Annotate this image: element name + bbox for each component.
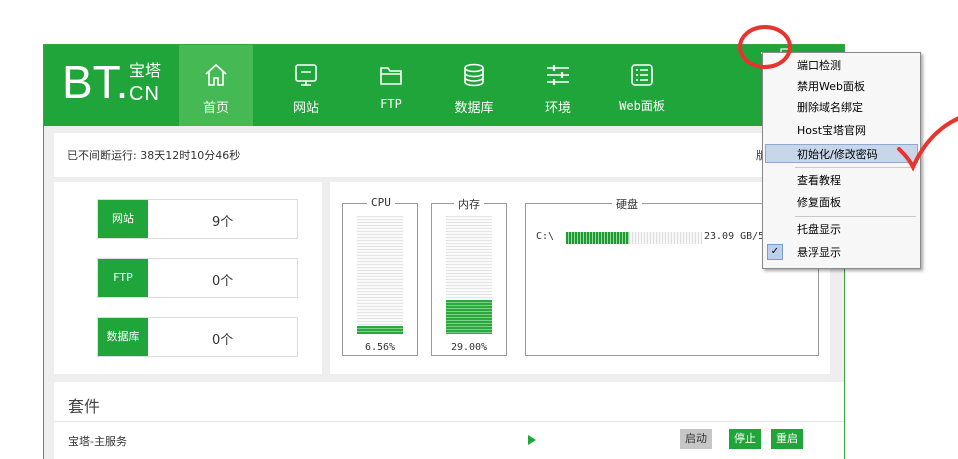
memory-label: 内存: [454, 196, 484, 212]
service-name: 宝塔-主服务: [68, 435, 127, 448]
cpu-box: CPU 6.56%: [342, 196, 418, 356]
nav-environment[interactable]: 环境: [521, 45, 595, 126]
menu-item-label: 删除域名绑定: [797, 101, 863, 114]
suite-title: 套件: [68, 397, 101, 416]
status-bar: 已不间断运行: 38天12时10分46秒 版本: [54, 133, 844, 177]
stat-ftp-count: 0个: [212, 274, 234, 289]
menu-item-label: 查看教程: [797, 174, 841, 187]
disk-drive: C:\: [536, 231, 555, 242]
menu-item-float-display[interactable]: ✓ 悬浮显示: [765, 243, 918, 262]
stat-database-count: 0个: [212, 333, 234, 348]
nav-websites-label: 网站: [292, 101, 319, 116]
disk-usage-bar: [566, 232, 702, 244]
nav-web-panel-label: Web面板: [619, 99, 665, 113]
menu-item-label: 托盘显示: [797, 223, 841, 236]
suite-panel: 套件 宝塔-主服务 启动 停止 重启: [54, 382, 844, 459]
nav-ftp[interactable]: FTP: [354, 45, 428, 126]
memory-percent: 29.00%: [450, 342, 488, 353]
disk-row-c: C:\ 23.09 GB/5: [536, 231, 764, 244]
disk-size: 23.09 GB/5: [704, 231, 765, 242]
menu-item-label: 端口检测: [797, 59, 841, 72]
stat-websites[interactable]: 网站 9个: [97, 199, 298, 239]
database-icon: [464, 63, 484, 87]
stats-panel: 网站 9个 FTP 0个 数据库 0个: [54, 182, 322, 374]
home-icon: [205, 63, 227, 86]
menu-item-label: Host宝塔官网: [797, 124, 867, 137]
menu-item-label: 初始化/修改密码: [797, 148, 878, 161]
stat-websites-label: 网站: [98, 200, 148, 238]
monitor-icon: [295, 64, 317, 86]
stat-ftp[interactable]: FTP 0个: [97, 258, 298, 298]
restart-button[interactable]: 重启: [771, 429, 803, 449]
nav-web-panel[interactable]: Web面板: [605, 45, 679, 126]
baota-panel-window: BT. 宝塔 CN 首页 网站 FTP 数据库 环境 Web面板 已不间断运行:…: [43, 44, 845, 459]
sliders-icon: [547, 65, 569, 85]
menu-item-port-check[interactable]: 端口检测: [765, 56, 918, 75]
suite-divider: [54, 421, 844, 422]
menu-item-repair-panel[interactable]: 修复面板: [765, 193, 918, 212]
disk-usage-fill: [566, 232, 629, 244]
stat-database-label: 数据库: [98, 318, 148, 356]
memory-box: 内存 29.00%: [431, 196, 507, 356]
logo-cn-chinese: 宝塔: [129, 63, 162, 80]
cpu-gauge-fill: [357, 326, 403, 334]
menu-item-tray-display[interactable]: 托盘显示: [765, 220, 918, 239]
nav-environment-label: 环境: [544, 101, 571, 116]
stat-ftp-label: FTP: [98, 259, 148, 297]
folder-icon: [380, 67, 402, 85]
uptime-text: 已不间断运行: 38天12时10分46秒: [67, 149, 241, 162]
menu-item-view-tutorial[interactable]: 查看教程: [765, 171, 918, 190]
top-nav-bar: BT. 宝塔 CN 首页 网站 FTP 数据库 环境 Web面板: [44, 45, 844, 126]
cpu-gauge: [357, 216, 403, 334]
logo-bt-text: BT.: [62, 56, 129, 108]
disk-label: 硬盘: [612, 196, 642, 212]
nav-home-label: 首页: [202, 101, 229, 116]
annotation-checkmark-icon: [897, 116, 958, 172]
menu-item-label: 禁用Web面板: [797, 80, 865, 93]
stop-button[interactable]: 停止: [729, 429, 761, 449]
nav-home[interactable]: 首页: [179, 45, 253, 126]
logo-cn-latin: CN: [129, 83, 160, 105]
nav-websites[interactable]: 网站: [269, 45, 343, 126]
menu-separator: [795, 216, 916, 217]
stat-websites-count: 9个: [212, 215, 234, 230]
cpu-label: CPU: [367, 196, 395, 209]
menu-item-label: 悬浮显示: [797, 246, 841, 259]
memory-gauge-fill: [446, 299, 492, 334]
annotation-circle: [738, 25, 792, 69]
running-play-icon: [528, 435, 536, 445]
menu-item-disable-web-panel[interactable]: 禁用Web面板: [765, 77, 918, 96]
memory-gauge: [446, 216, 492, 334]
nav-database[interactable]: 数据库: [437, 45, 511, 126]
resource-panel: CPU 6.56% 内存 29.00% 硬盘 C:\ 23.09 GB/5: [330, 182, 830, 374]
list-icon: [631, 64, 653, 86]
menu-item-label: 修复面板: [797, 196, 841, 209]
stat-database[interactable]: 数据库 0个: [97, 317, 298, 357]
cpu-percent: 6.56%: [364, 342, 396, 353]
checkmark-icon: ✓: [767, 244, 783, 260]
nav-database-label: 数据库: [454, 101, 494, 116]
nav-ftp-label: FTP: [380, 97, 402, 111]
start-button[interactable]: 启动: [680, 429, 712, 449]
